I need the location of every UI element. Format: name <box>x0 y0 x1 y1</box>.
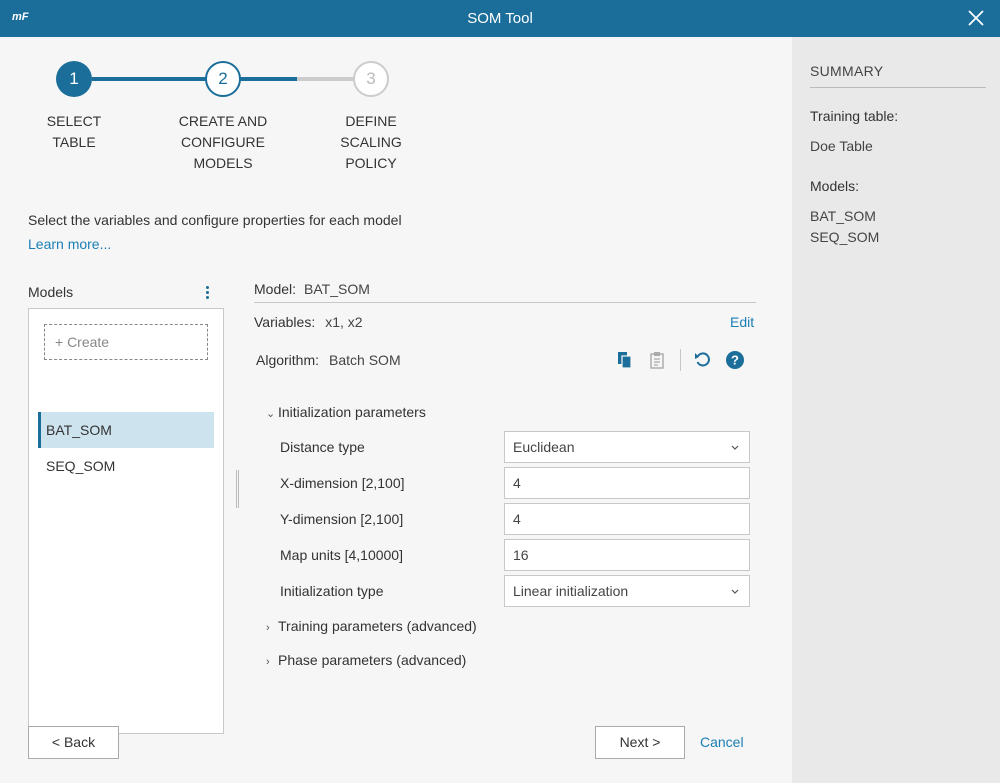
distance-type-label: Distance type <box>280 439 365 455</box>
back-button[interactable]: < Back <box>28 726 119 759</box>
title-bar: mF SOM Tool <box>0 0 1000 37</box>
step-3-label: DEFINE SCALING POLICY <box>340 113 402 171</box>
summary-panel: SUMMARY Training table: Doe Table Models… <box>792 37 1000 783</box>
models-menu-icon[interactable] <box>204 286 210 300</box>
x-dimension-label: X-dimension [2,100] <box>280 475 405 491</box>
help-icon[interactable]: ? <box>725 350 745 370</box>
map-units-label: Map units [4,10000] <box>280 547 403 563</box>
training-table-value: Doe Table <box>810 138 873 154</box>
step-1-label: SELECT TABLE <box>46 113 102 150</box>
step-connector-2b <box>297 77 354 81</box>
chevron-down-icon: ⌄ <box>266 408 276 420</box>
algorithm-value: Batch SOM <box>329 352 401 368</box>
chevron-right-icon: › <box>266 622 270 634</box>
y-dimension-label: Y-dimension [2,100] <box>280 511 404 527</box>
svg-text:?: ? <box>731 353 739 368</box>
models-list: + Create BAT_SOM SEQ_SOM <box>28 308 224 734</box>
models-header: Models <box>28 284 74 300</box>
toolbar-divider <box>680 349 681 371</box>
create-model-button[interactable]: + Create <box>44 324 208 360</box>
x-dimension-input[interactable]: 4 <box>504 467 750 499</box>
close-icon[interactable] <box>966 8 986 28</box>
next-button[interactable]: Next > <box>595 726 685 759</box>
summary-models-label: Models: <box>810 178 860 194</box>
map-units-input[interactable]: 16 <box>504 539 750 571</box>
model-title: Model: BAT_SOM <box>254 281 370 297</box>
init-type-select[interactable]: Linear initialization <box>504 575 750 607</box>
variables-value: x1, x2 <box>325 314 363 330</box>
step-2-label: CREATE AND CONFIGURE MODELS <box>178 113 268 171</box>
init-type-label: Initialization type <box>280 583 384 599</box>
cancel-button[interactable]: Cancel <box>700 734 744 750</box>
step-2-circle: 2 <box>205 61 241 97</box>
chevron-down-icon <box>731 445 739 450</box>
init-params-toggle[interactable]: ⌄ Initialization parameters <box>266 404 426 420</box>
step-connector-1 <box>92 77 206 81</box>
divider <box>810 87 986 88</box>
model-list-item[interactable]: SEQ_SOM <box>38 448 214 484</box>
paste-icon[interactable] <box>647 350 667 370</box>
summary-model-item: BAT_SOM <box>810 208 876 224</box>
chevron-down-icon <box>731 589 739 594</box>
training-table-label: Training table: <box>810 108 899 124</box>
divider <box>254 302 756 303</box>
model-name: BAT_SOM <box>304 281 370 297</box>
main-panel: 1 2 3 SELECT TABLE CREATE AND CONFIGURE … <box>0 37 792 783</box>
edit-variables-link[interactable]: Edit <box>730 314 754 330</box>
step-3-circle: 3 <box>353 61 389 97</box>
panel-splitter-handle[interactable] <box>236 470 239 508</box>
step-connector-2a <box>240 77 297 81</box>
summary-model-item: SEQ_SOM <box>810 229 880 245</box>
distance-type-select[interactable]: Euclidean <box>504 431 750 463</box>
training-params-toggle[interactable]: › Training parameters (advanced) <box>266 618 477 634</box>
model-list-item[interactable]: BAT_SOM <box>38 412 214 448</box>
learn-more-link[interactable]: Learn more... <box>28 236 111 252</box>
page-description: Select the variables and configure prope… <box>28 212 402 228</box>
step-1-circle: 1 <box>56 61 92 97</box>
phase-params-toggle[interactable]: › Phase parameters (advanced) <box>266 652 466 668</box>
copy-icon[interactable] <box>615 350 635 370</box>
variables-row: Variables: x1, x2 <box>254 314 363 330</box>
chevron-right-icon: › <box>266 656 270 668</box>
reset-icon[interactable] <box>693 350 713 370</box>
algorithm-row: Algorithm: Batch SOM <box>256 352 401 368</box>
y-dimension-input[interactable]: 4 <box>504 503 750 535</box>
summary-title: SUMMARY <box>810 63 884 79</box>
window-title: SOM Tool <box>467 10 533 27</box>
